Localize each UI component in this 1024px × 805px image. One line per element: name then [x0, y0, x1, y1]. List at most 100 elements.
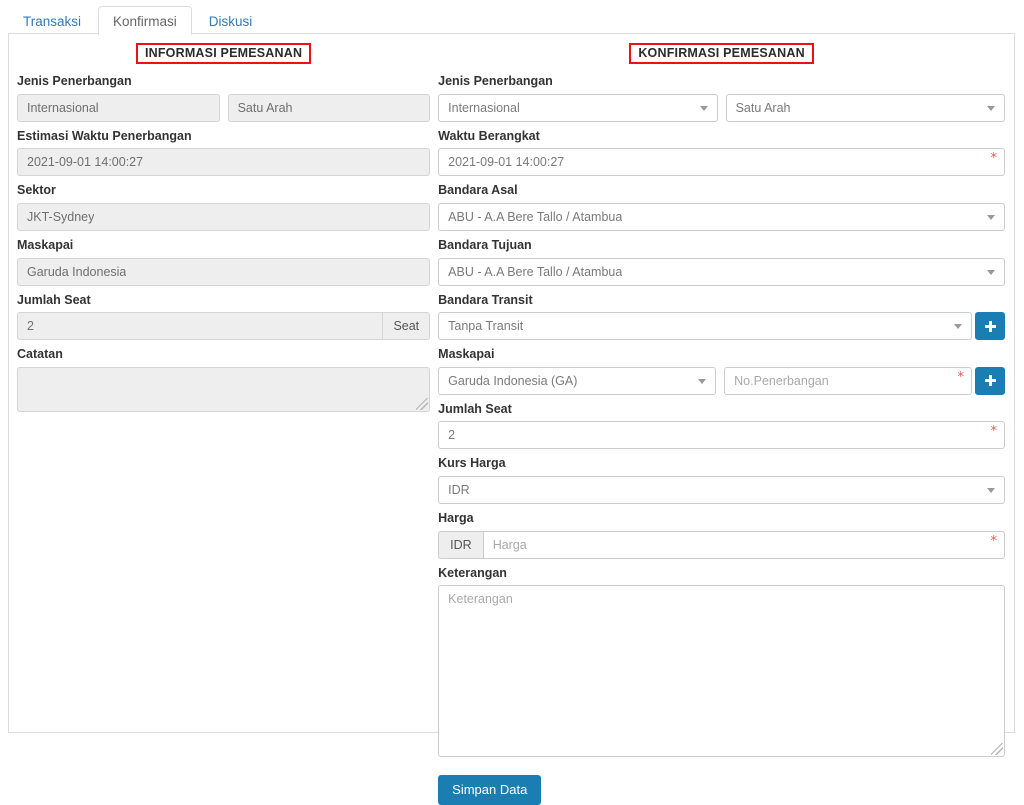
- label-kurs-harga: Kurs Harga: [438, 456, 506, 471]
- jumlah-seat-info-group: 2 Seat: [17, 312, 431, 341]
- chevron-down-icon: [987, 105, 995, 111]
- label-maskapai-info: Maskapai: [17, 237, 74, 252]
- select-bandara-asal[interactable]: ABU - A.A Bere Tallo / Atambua: [438, 202, 1005, 231]
- label-bandara-transit: Bandara Transit: [438, 292, 533, 307]
- input-no-penerbangan[interactable]: No.Penerbangan *: [724, 366, 972, 395]
- chevron-down-icon: [699, 105, 708, 111]
- bandara-transit-row: Tanpa Transit: [438, 312, 1005, 341]
- label-catatan: Catatan: [17, 347, 63, 362]
- konfirmasi-pemesanan-title: KONFIRMASI PEMESANAN: [629, 43, 814, 65]
- field-catatan: Catatan: [17, 347, 431, 412]
- placeholder-no-penerbangan: No.Penerbangan: [734, 373, 829, 388]
- value-arah: Satu Arah: [735, 100, 791, 115]
- submit-row: Simpan Data: [438, 764, 1005, 805]
- value-arah-info: Satu Arah: [237, 100, 293, 115]
- informasi-pemesanan-column: INFORMASI PEMESANAN Jenis Penerbangan In…: [9, 34, 438, 805]
- label-jumlah-seat-info: Jumlah Seat: [17, 292, 91, 307]
- input-estimasi-waktu: 2021-09-01 14:00:27: [17, 148, 431, 177]
- tab-konfirmasi-label: Konfirmasi: [113, 13, 177, 29]
- required-marker: *: [990, 151, 998, 167]
- resize-grip-icon[interactable]: [416, 397, 429, 410]
- tab-diskusi[interactable]: Diskusi: [194, 6, 268, 36]
- select-kurs-harga[interactable]: IDR: [438, 476, 1005, 504]
- label-harga: Harga: [438, 511, 474, 525]
- value-sektor: JKT-Sydney: [27, 209, 95, 224]
- label-jumlah-seat: Jumlah Seat: [438, 401, 512, 416]
- input-arah-info: Satu Arah: [227, 93, 431, 122]
- label-estimasi-waktu: Estimasi Waktu Penerbangan: [17, 128, 192, 143]
- input-sektor: JKT-Sydney: [17, 202, 431, 231]
- konfirmasi-panel: INFORMASI PEMESANAN Jenis Penerbangan In…: [8, 33, 1015, 805]
- chevron-down-icon: [987, 269, 995, 275]
- required-marker: *: [957, 369, 965, 385]
- field-jenis-penerbangan: Jenis Penerbangan Internasional Satu Ara…: [438, 74, 1005, 122]
- field-jumlah-seat-info: Jumlah Seat 2 Seat: [17, 292, 431, 341]
- value-jumlah-seat-info: 2: [27, 319, 34, 334]
- required-marker: *: [990, 533, 998, 549]
- plus-icon: [984, 320, 996, 332]
- input-jenis-penerbangan-info: Internasional: [17, 93, 220, 122]
- harga-group: IDR Harga *: [438, 530, 1005, 559]
- informasi-pemesanan-title: INFORMASI PEMESANAN: [135, 43, 312, 65]
- tab-transaksi[interactable]: Transaksi: [8, 6, 96, 36]
- label-jenis-penerbangan-info: Jenis Penerbangan: [17, 74, 132, 88]
- select-bandara-tujuan[interactable]: ABU - A.A Bere Tallo / Atambua: [438, 257, 1005, 286]
- value-jenis-penerbangan-info: Internasional: [27, 100, 99, 115]
- chevron-down-icon: [954, 324, 962, 330]
- field-waktu-berangkat: Waktu Berangkat 2021-09-01 14:00:27 *: [438, 129, 1005, 177]
- label-bandara-asal: Bandara Asal: [438, 183, 518, 198]
- select-jenis-penerbangan[interactable]: Internasional: [438, 93, 718, 122]
- required-marker: *: [990, 424, 998, 440]
- textarea-catatan: [17, 366, 431, 412]
- addon-seat-unit: Seat: [382, 312, 431, 341]
- addon-harga-currency: IDR: [438, 530, 483, 559]
- label-maskapai: Maskapai: [438, 347, 495, 362]
- field-keterangan: Keterangan Keterangan: [438, 566, 1005, 758]
- konfirmasi-pemesanan-column: KONFIRMASI PEMESANAN Jenis Penerbangan I…: [438, 34, 1014, 805]
- field-estimasi-waktu: Estimasi Waktu Penerbangan 2021-09-01 14…: [17, 128, 431, 177]
- field-jenis-penerbangan-info: Jenis Penerbangan Internasional Satu Ara…: [17, 74, 431, 122]
- value-bandara-transit: Tanpa Transit: [448, 319, 524, 334]
- label-jenis-penerbangan: Jenis Penerbangan: [438, 74, 553, 88]
- input-waktu-berangkat[interactable]: 2021-09-01 14:00:27 *: [438, 148, 1005, 177]
- plus-icon: [984, 375, 996, 387]
- resize-grip-icon[interactable]: [991, 743, 1003, 756]
- input-maskapai-info: Garuda Indonesia: [17, 257, 431, 286]
- placeholder-harga: Harga: [492, 537, 527, 552]
- field-bandara-asal: Bandara Asal ABU - A.A Bere Tallo / Atam…: [438, 183, 1005, 231]
- jenis-penerbangan-info-row: Internasional Satu Arah: [17, 93, 431, 122]
- tab-diskusi-label: Diskusi: [208, 13, 253, 29]
- tab-bar: Transaksi Konfirmasi Diskusi: [0, 0, 1024, 36]
- field-kurs-harga: Kurs Harga IDR: [438, 456, 1005, 504]
- value-jumlah-seat: 2: [448, 428, 456, 443]
- input-jumlah-seat[interactable]: 2 *: [438, 421, 1005, 450]
- value-maskapai: Garuda Indonesia (GA): [448, 373, 578, 388]
- value-waktu-berangkat: 2021-09-01 14:00:27: [448, 155, 565, 170]
- placeholder-keterangan: Keterangan: [448, 592, 513, 607]
- field-maskapai: Maskapai Garuda Indonesia (GA) No.Penerb…: [438, 347, 1005, 395]
- value-jenis-penerbangan: Internasional: [448, 100, 520, 115]
- right-section-header: KONFIRMASI PEMESANAN: [438, 43, 1005, 65]
- add-maskapai-button[interactable]: [975, 366, 1005, 395]
- field-bandara-tujuan: Bandara Tujuan ABU - A.A Bere Tallo / At…: [438, 238, 1005, 286]
- tab-transaksi-label: Transaksi: [23, 13, 82, 29]
- tab-konfirmasi[interactable]: Konfirmasi: [98, 5, 192, 35]
- simpan-data-button[interactable]: Simpan Data: [438, 775, 542, 805]
- input-jumlah-seat-info: 2: [17, 312, 383, 341]
- add-transit-button[interactable]: [975, 312, 1005, 341]
- value-estimasi-waktu: 2021-09-01 14:00:27: [27, 155, 144, 170]
- select-maskapai[interactable]: Garuda Indonesia (GA): [438, 366, 717, 395]
- select-bandara-transit[interactable]: Tanpa Transit: [438, 312, 972, 341]
- select-arah[interactable]: Satu Arah: [725, 93, 1005, 122]
- field-bandara-transit: Bandara Transit Tanpa Transit: [438, 293, 1005, 341]
- field-jumlah-seat: Jumlah Seat 2 *: [438, 402, 1005, 450]
- field-sektor: Sektor JKT-Sydney: [17, 183, 431, 231]
- value-bandara-asal: ABU - A.A Bere Tallo / Atambua: [448, 209, 623, 224]
- input-harga[interactable]: Harga *: [482, 530, 1005, 559]
- field-maskapai-info: Maskapai Garuda Indonesia: [17, 237, 431, 286]
- label-keterangan: Keterangan: [438, 565, 507, 580]
- two-column-layout: INFORMASI PEMESANAN Jenis Penerbangan In…: [9, 34, 1014, 805]
- label-sektor: Sektor: [17, 183, 56, 198]
- textarea-keterangan[interactable]: Keterangan: [438, 585, 1005, 758]
- chevron-down-icon: [698, 378, 707, 384]
